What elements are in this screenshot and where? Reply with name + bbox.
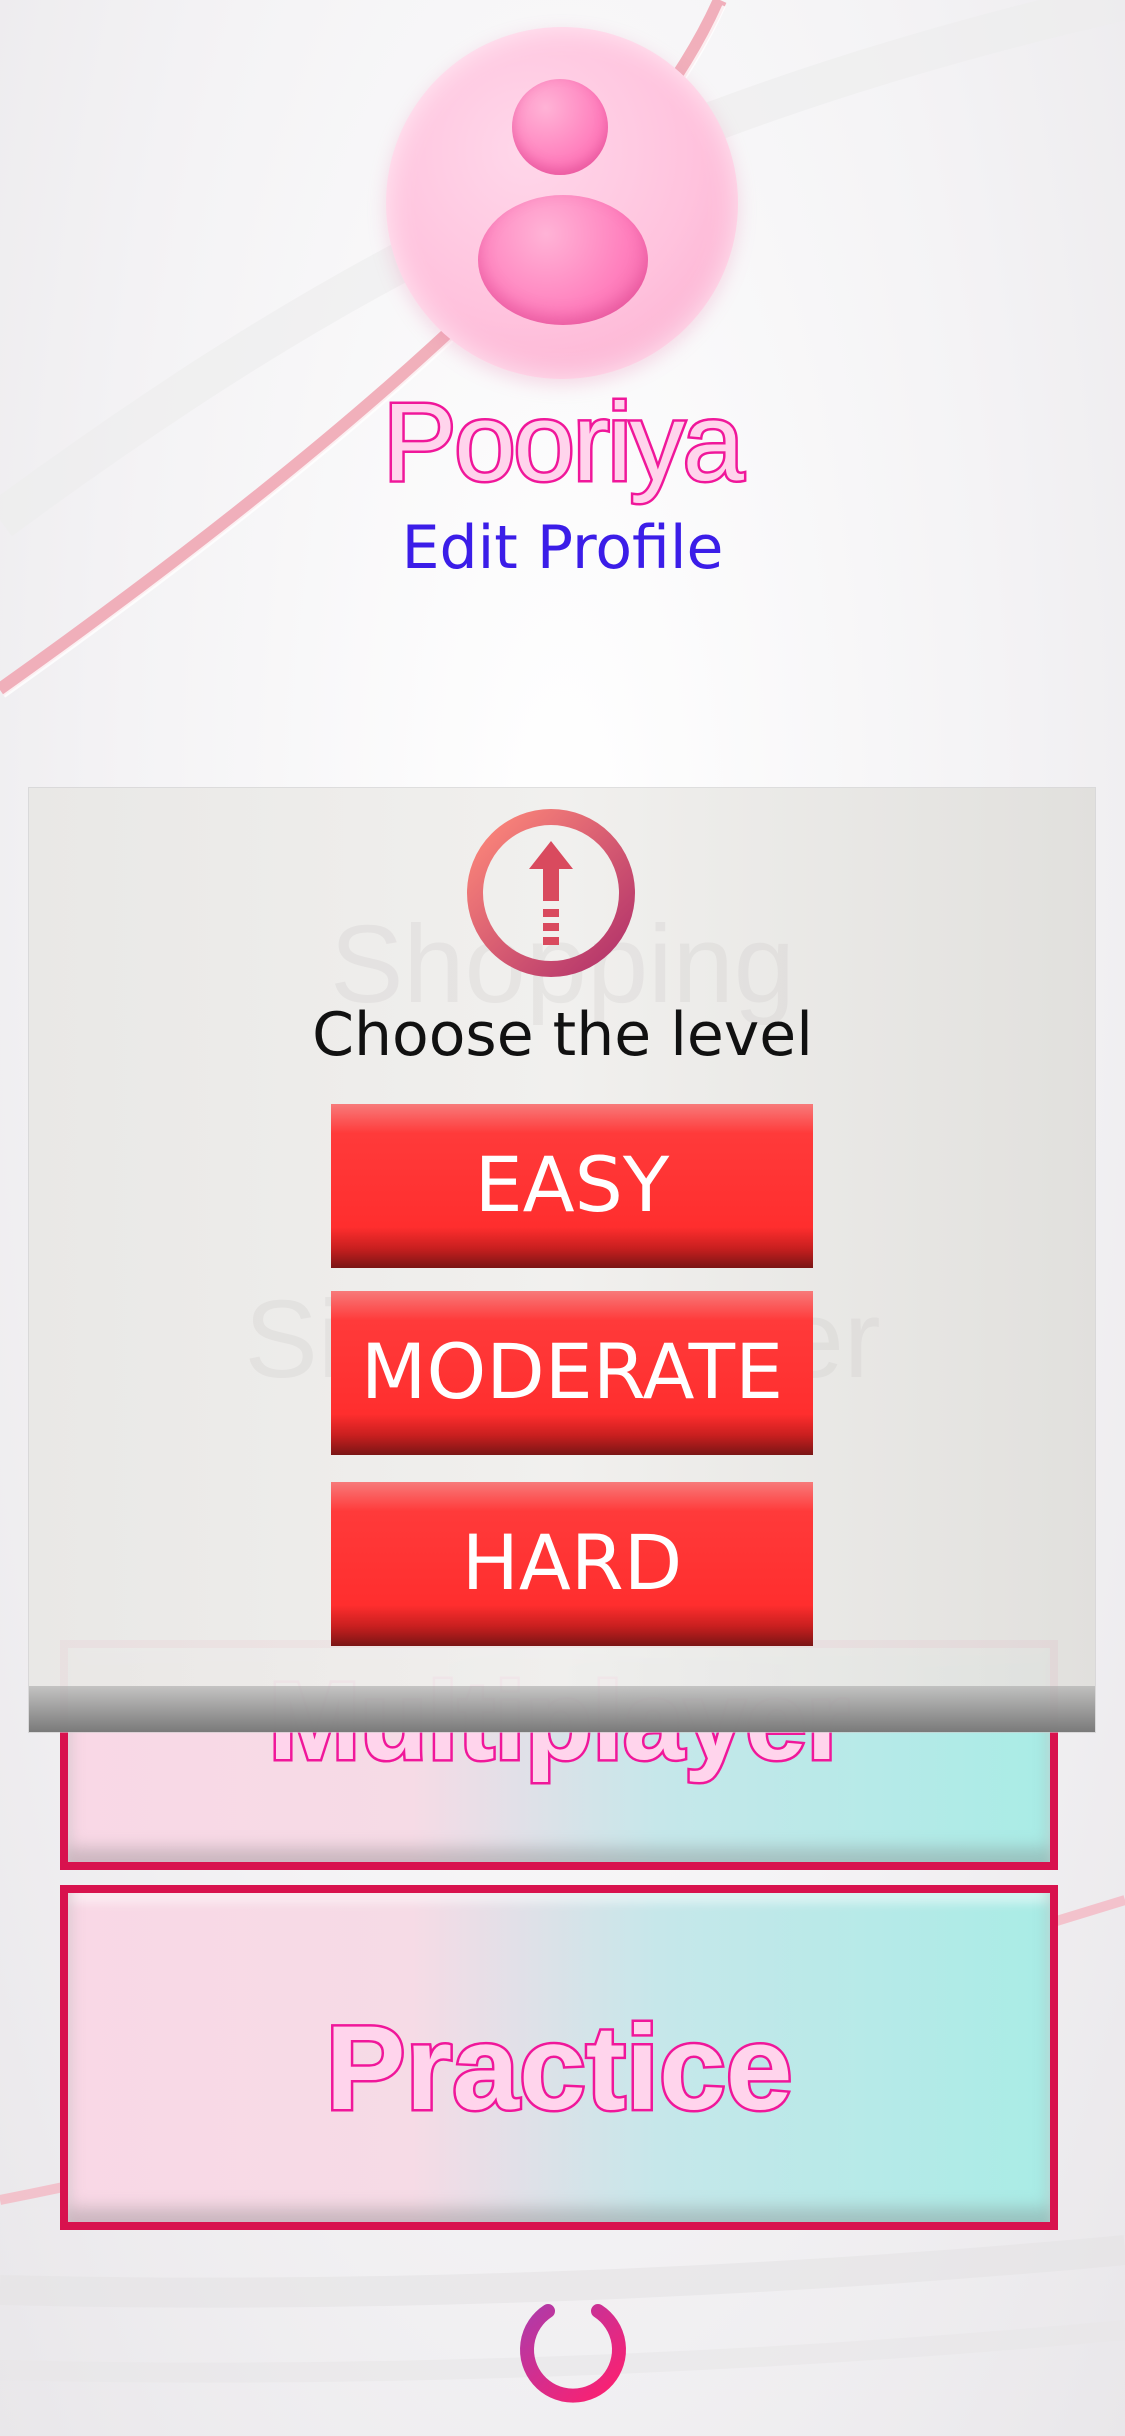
upload-arrow-icon: [467, 809, 635, 977]
moderate-label: MODERATE: [360, 1327, 784, 1416]
practice-label: Practice: [323, 1999, 795, 2138]
dialog-title: Choose the level: [312, 1000, 813, 1070]
hard-button[interactable]: HARD: [331, 1482, 813, 1646]
edit-profile-link[interactable]: Edit Profile: [0, 508, 1125, 588]
user-avatar-icon[interactable]: [386, 27, 738, 379]
hard-label: HARD: [461, 1518, 683, 1607]
username: Pooriya: [381, 379, 747, 507]
moderate-button[interactable]: MODERATE: [331, 1291, 813, 1455]
easy-button[interactable]: EASY: [331, 1104, 813, 1268]
avatar-body: [478, 195, 648, 325]
practice-button[interactable]: Practice: [60, 1885, 1058, 2230]
dialog-bottom-shadow: [29, 1686, 1095, 1732]
avatar-head: [512, 79, 608, 175]
easy-label: EASY: [474, 1140, 670, 1229]
power-icon[interactable]: [512, 2283, 634, 2405]
